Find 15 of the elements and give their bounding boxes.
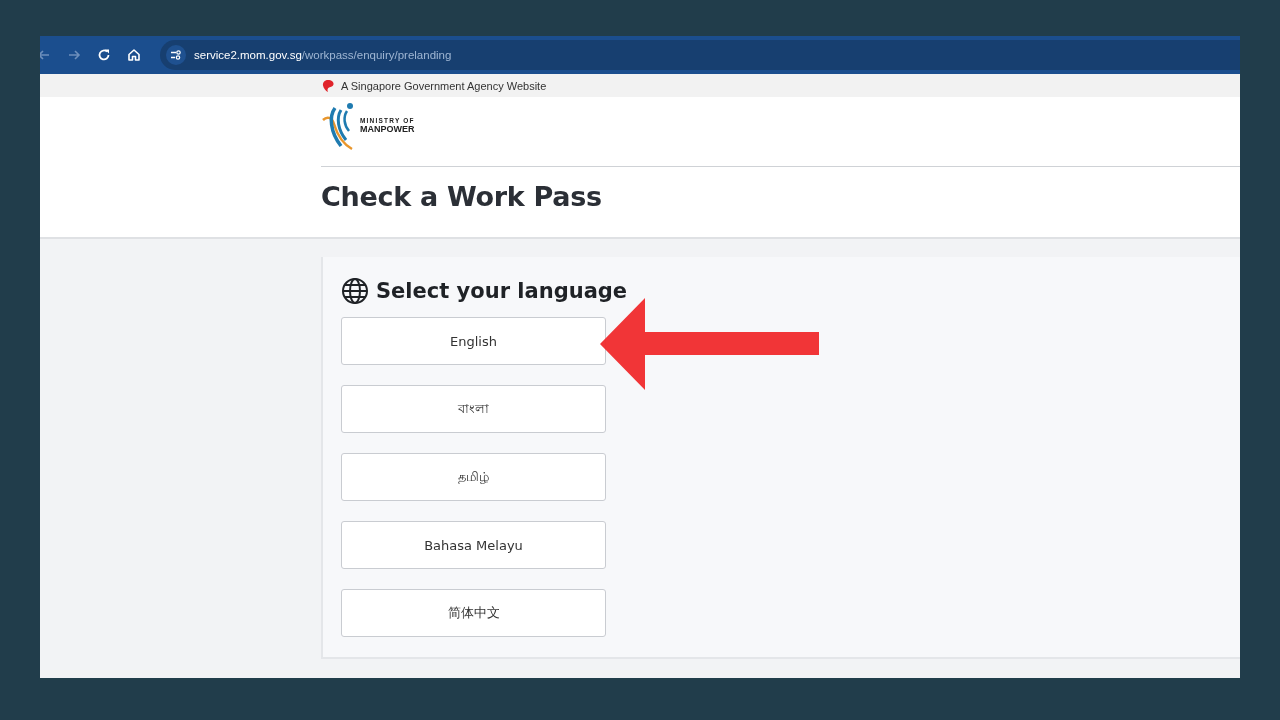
language-button[interactable]: Bahasa Melayu bbox=[341, 521, 606, 569]
url-text: service2.mom.gov.sg/workpass/enquiry/prelanding bbox=[194, 49, 452, 61]
language-heading: Select your language bbox=[376, 279, 628, 303]
logo-text: MANPOWER bbox=[360, 125, 415, 135]
reload-icon[interactable] bbox=[96, 47, 112, 63]
language-button[interactable]: தமிழ் bbox=[341, 453, 606, 501]
language-button[interactable]: বাংলা bbox=[341, 385, 606, 433]
government-banner-text: A Singapore Government Agency Website bbox=[341, 79, 547, 92]
language-button[interactable]: 简体中文 bbox=[341, 589, 606, 637]
site-settings-icon[interactable] bbox=[170, 49, 182, 61]
address-bar[interactable]: service2.mom.gov.sg/workpass/enquiry/prelanding bbox=[160, 40, 1240, 70]
language-button[interactable]: English bbox=[341, 317, 606, 365]
globe-icon bbox=[341, 277, 369, 305]
page-title: Check a Work Pass bbox=[321, 180, 603, 212]
home-icon[interactable] bbox=[126, 47, 142, 63]
